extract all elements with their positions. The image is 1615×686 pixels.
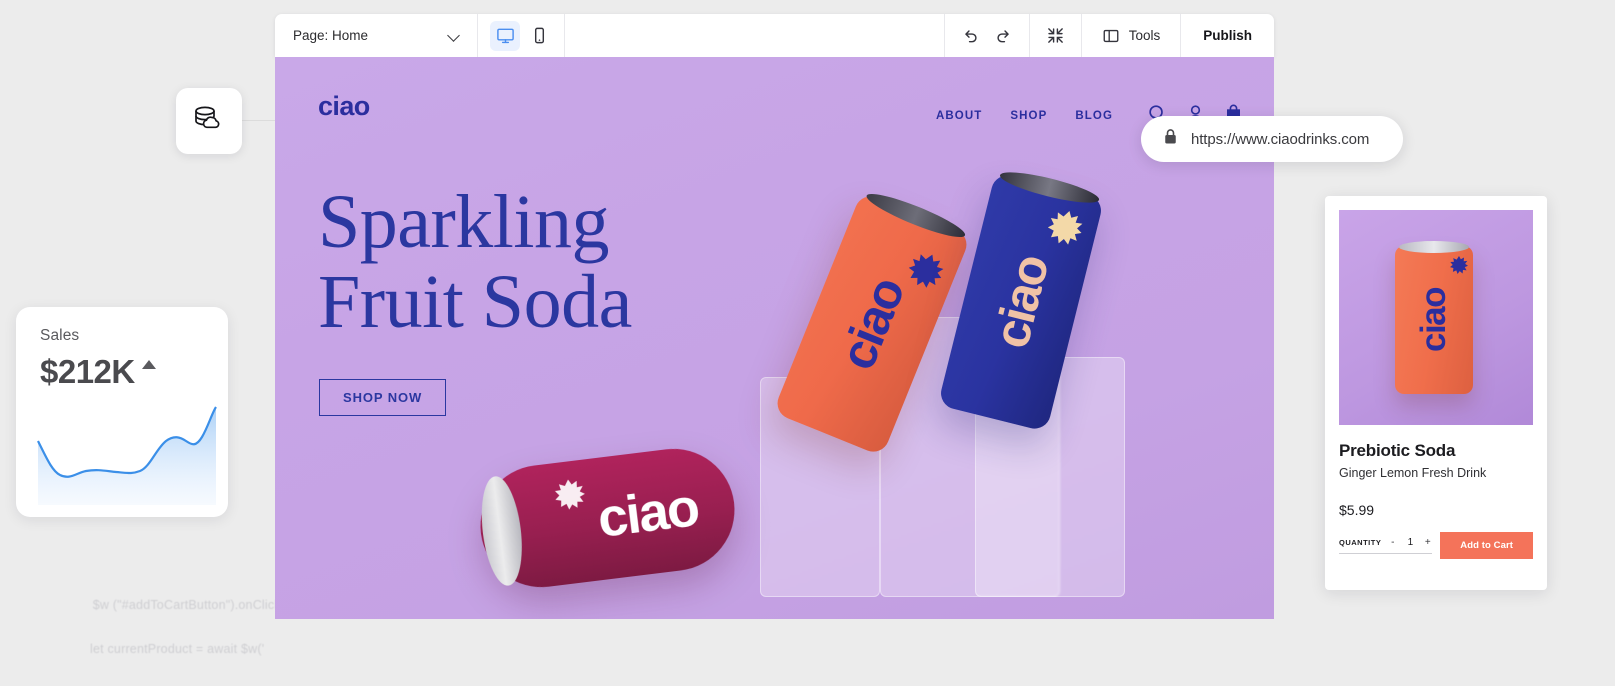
product-price: $5.99: [1339, 502, 1533, 518]
hero-title-line-1: Sparkling: [318, 182, 632, 262]
product-title: Prebiotic Soda: [1339, 441, 1533, 461]
publish-button[interactable]: Publish: [1181, 14, 1274, 57]
device-toggle-group: [478, 14, 565, 57]
quantity-stepper: QUANTITY - 1 +: [1339, 537, 1432, 554]
code-line-1: $w ("#addToCartButton").onClick: [93, 598, 281, 612]
can-top: [863, 187, 968, 243]
product-card: ciao Prebiotic Soda Ginger Lemon Fresh D…: [1325, 196, 1547, 590]
burgundy-can: ciao: [474, 442, 742, 594]
database-node-chip[interactable]: [176, 88, 242, 154]
collapse-icon: [1046, 26, 1065, 45]
can-wordmark: ciao: [982, 250, 1061, 353]
tools-label: Tools: [1129, 28, 1161, 43]
sunburst-icon: [904, 248, 948, 292]
sunburst-icon: [553, 478, 586, 511]
chevron-down-icon: [449, 30, 460, 41]
site-logo[interactable]: ciao: [318, 91, 370, 122]
redo-icon: [994, 26, 1013, 45]
history-controls: [945, 14, 1030, 57]
toolbar-spacer: [565, 14, 945, 57]
sales-card: Sales $212K: [16, 307, 228, 517]
screen: $w ("#addToCartButton").onClick let curr…: [0, 0, 1615, 686]
can-wordmark: ciao: [828, 270, 916, 377]
nav-item-about[interactable]: ABOUT: [936, 110, 982, 122]
nav-item-shop[interactable]: SHOP: [1010, 110, 1047, 122]
mobile-view-button[interactable]: [524, 21, 554, 51]
nav-item-blog[interactable]: BLOG: [1075, 110, 1113, 122]
undo-button[interactable]: [961, 26, 980, 45]
mobile-icon: [530, 26, 549, 45]
tools-button[interactable]: Tools: [1082, 14, 1182, 57]
publish-label: Publish: [1203, 28, 1252, 43]
page-selector[interactable]: Page: Home: [275, 14, 478, 57]
product-subtitle: Ginger Lemon Fresh Drink: [1339, 466, 1533, 480]
can-lid: [476, 474, 527, 588]
redo-button[interactable]: [994, 26, 1013, 45]
desktop-view-button[interactable]: [490, 21, 520, 51]
desktop-icon: [496, 26, 515, 45]
panel-icon: [1102, 27, 1120, 45]
quantity-decrement-button[interactable]: -: [1388, 537, 1397, 548]
orange-soda-can-image: ciao: [1395, 246, 1473, 394]
trend-up-icon: [142, 360, 156, 369]
lock-icon: [1163, 128, 1178, 150]
add-to-cart-button[interactable]: Add to Cart: [1440, 532, 1533, 559]
site-canvas: ciao ABOUT SHOP BLOG: [275, 57, 1274, 619]
site-editor-window: Page: Home: [275, 14, 1274, 619]
undo-icon: [961, 26, 980, 45]
sales-area-chart: [16, 385, 228, 505]
can-top: [998, 166, 1101, 208]
product-image: ciao: [1339, 210, 1533, 425]
quantity-increment-button[interactable]: +: [1423, 537, 1432, 548]
sales-card-label: Sales: [40, 327, 79, 345]
database-connector-line: [242, 120, 278, 121]
collapse-button[interactable]: [1030, 14, 1082, 57]
can-wordmark: ciao: [1414, 288, 1454, 352]
quantity-value[interactable]: 1: [1404, 537, 1416, 548]
url-bar[interactable]: https://www.ciaodrinks.com: [1141, 116, 1403, 162]
can-top: [1399, 241, 1469, 253]
page-selector-label: Page: Home: [293, 28, 368, 43]
sunburst-icon: [1450, 256, 1468, 274]
hero-title-line-2: Fruit Soda: [318, 262, 632, 342]
database-cloud-icon: [192, 102, 226, 141]
sunburst-icon: [1045, 207, 1086, 248]
editor-toolbar: Page: Home: [275, 14, 1274, 57]
can-wordmark: ciao: [594, 476, 701, 550]
product-actions: QUANTITY - 1 + Add to Cart: [1339, 532, 1533, 559]
quantity-label: QUANTITY: [1339, 538, 1381, 547]
shop-now-button[interactable]: SHOP NOW: [319, 379, 446, 416]
hero-title: Sparkling Fruit Soda: [318, 182, 632, 342]
url-text: https://www.ciaodrinks.com: [1191, 131, 1369, 148]
code-line-2: let currentProduct = await $w(': [78, 638, 362, 660]
